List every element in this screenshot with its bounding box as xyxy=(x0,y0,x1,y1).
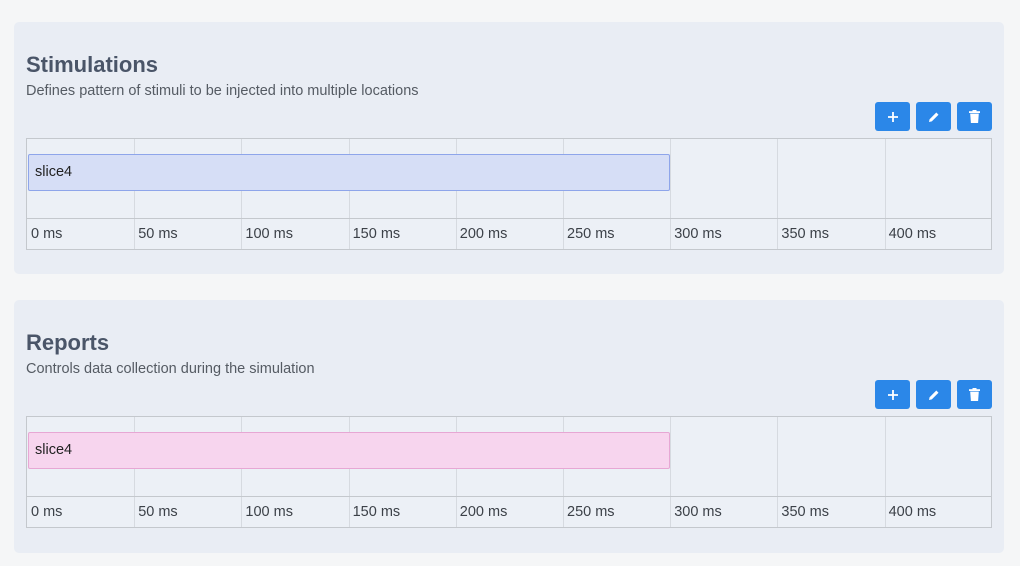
tick-label: 150 ms xyxy=(352,504,401,520)
tick-label: 200 ms xyxy=(459,226,508,242)
tick-label: 350 ms xyxy=(781,504,829,520)
tick-label: 400 ms xyxy=(888,226,937,242)
reports-timeline[interactable]: 0 ms 50 ms 100 ms 150 ms 200 ms 250 ms 300 ms 3… xyxy=(26,416,992,528)
tick-label: 150 ms xyxy=(352,226,401,242)
delete-stimulation-button[interactable] xyxy=(957,102,992,131)
tick-label: 0 ms xyxy=(31,226,63,242)
tick-label: 300 ms xyxy=(674,504,722,520)
stimulations-description: Defines pattern of stimuli to be injecte… xyxy=(26,83,419,99)
trash-icon xyxy=(969,110,980,123)
edit-report-button[interactable] xyxy=(916,380,951,409)
trash-icon xyxy=(969,388,980,401)
time-axis xyxy=(27,218,991,219)
pencil-icon xyxy=(928,112,938,122)
grid-line xyxy=(777,139,779,249)
tick-label: 400 ms xyxy=(888,504,937,520)
tick-label: 0 ms xyxy=(31,504,63,520)
plus-icon xyxy=(887,389,898,400)
grid-line xyxy=(670,417,672,527)
grid-line xyxy=(884,417,886,527)
tick-label: 250 ms xyxy=(567,226,615,242)
reports-actions xyxy=(875,380,992,409)
stimulations-panel: Stimulations Defines pattern of stimuli … xyxy=(14,22,1004,274)
tick-label: 50 ms xyxy=(138,504,178,520)
add-stimulation-button[interactable] xyxy=(875,102,910,131)
tick-label: 350 ms xyxy=(781,226,829,242)
grid-line xyxy=(884,139,886,249)
report-item[interactable]: slice4 xyxy=(28,432,671,469)
plus-icon xyxy=(887,111,898,122)
reports-description: Controls data collection during the simu… xyxy=(26,361,315,377)
pencil-icon xyxy=(928,390,938,400)
grid-line xyxy=(670,139,672,249)
tick-label: 100 ms xyxy=(245,504,293,520)
reports-panel: Reports Controls data collection during … xyxy=(14,300,1004,553)
tick-label: 200 ms xyxy=(459,504,508,520)
reports-title: Reports xyxy=(26,330,110,355)
stimulation-item[interactable]: slice4 xyxy=(28,154,671,191)
tick-label: 100 ms xyxy=(245,226,293,242)
stimulations-title: Stimulations xyxy=(26,52,159,77)
tick-label: 250 ms xyxy=(567,504,615,520)
tick-label: 300 ms xyxy=(674,226,722,242)
time-axis xyxy=(27,496,991,497)
add-report-button[interactable] xyxy=(875,380,910,409)
stimulations-timeline[interactable]: 0 ms 50 ms 100 ms 150 ms 200 ms 250 ms 300 ms 3… xyxy=(26,138,992,250)
delete-report-button[interactable] xyxy=(957,380,992,409)
edit-stimulation-button[interactable] xyxy=(916,102,951,131)
stimulations-actions xyxy=(875,102,992,131)
tick-label: 50 ms xyxy=(138,226,178,242)
grid-line xyxy=(777,417,779,527)
